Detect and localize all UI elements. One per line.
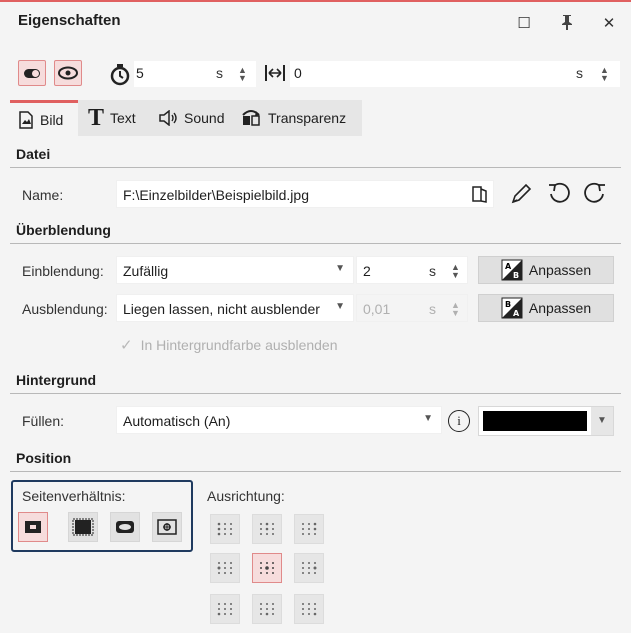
aspect-custom-button[interactable] (152, 512, 182, 542)
pin-icon[interactable] (557, 14, 577, 34)
ausblendung-spinner: ▲ ▼ (451, 300, 460, 318)
color-picker[interactable]: ▼ (478, 406, 614, 436)
seitenverhaeltnis-label: Seitenverhältnis: (22, 488, 126, 504)
align-middle-right-button[interactable] (294, 553, 324, 583)
image-icon (19, 110, 33, 129)
align-top-left-button[interactable] (210, 514, 240, 544)
ausblendung-label: Ausblendung: (22, 301, 108, 317)
ausrichtung-label: Ausrichtung: (207, 488, 285, 504)
ausblendung-duration-value: 0,01 (363, 301, 391, 317)
einblendung-select[interactable]: Zufällig ▼ (116, 256, 354, 284)
align-top-right-button[interactable] (294, 514, 324, 544)
tab-label: Text (110, 110, 136, 126)
offset-spinner[interactable]: ▲ ▼ (600, 66, 609, 83)
einblendung-duration-value: 2 (363, 263, 371, 279)
text-icon: T (88, 105, 105, 131)
name-label: Name: (22, 187, 64, 203)
offset-field[interactable]: 0 s ▲ ▼ (290, 61, 620, 87)
checkmark-icon: ✓ (120, 337, 133, 354)
align-center-button[interactable] (252, 553, 282, 583)
tab-label: Bild (40, 111, 64, 128)
aspect-fill-button[interactable] (68, 512, 98, 542)
svg-text:A: A (513, 309, 520, 318)
align-bottom-right-button[interactable] (294, 594, 324, 624)
transition-in-icon: AB (501, 259, 523, 281)
name-field[interactable]: F:\Einzelbilder\Beispielbild.jpg (116, 180, 494, 208)
color-swatch (483, 411, 587, 431)
ausblendung-duration-field: 0,01 s ▲ ▼ (356, 294, 468, 322)
anpassen-label: Anpassen (528, 300, 592, 316)
tab-label: Sound (184, 110, 225, 126)
name-value: F:\Einzelbilder\Beispielbild.jpg (123, 187, 309, 203)
info-icon[interactable]: i (448, 410, 470, 432)
duration-spinner[interactable]: ▲ ▼ (238, 66, 247, 83)
aspect-fit-button[interactable] (18, 512, 48, 542)
tab-sound[interactable]: Sound (152, 100, 232, 136)
section-hintergrund: Hintergrund (10, 368, 621, 394)
duration-unit: s (216, 65, 223, 81)
chevron-down-icon: ▼ (335, 263, 345, 274)
fuellen-select[interactable]: Automatisch (An) ▼ (116, 406, 442, 434)
tab-label: Transparenz (268, 110, 347, 126)
duration-value: 5 (136, 65, 144, 81)
panel-title: Eigenschaften (18, 12, 121, 29)
section-position: Position (10, 446, 621, 472)
section-ueberblendung: Überblendung (10, 218, 621, 244)
ausblendung-unit: s (429, 301, 436, 317)
tab-text[interactable]: T Text (82, 100, 148, 136)
checkbox-label: In Hintergrundfarbe ausblenden (140, 337, 338, 353)
maximize-icon[interactable]: ☐ (514, 14, 534, 34)
anpassen-label: Anpassen (528, 262, 592, 278)
transition-out-icon: BA (501, 297, 523, 319)
chevron-down-icon: ▼ (335, 301, 345, 312)
offset-icon (264, 63, 286, 86)
svg-text:B: B (513, 271, 519, 280)
close-icon[interactable]: ✕ (599, 14, 619, 34)
transparency-icon (242, 110, 260, 126)
speaker-icon (159, 110, 177, 126)
einblendung-unit: s (429, 263, 436, 279)
chevron-down-icon: ▼ (423, 413, 433, 424)
duration-field[interactable]: 5 s ▲ ▼ (134, 61, 256, 87)
svg-text:B: B (505, 300, 511, 309)
align-middle-left-button[interactable] (210, 553, 240, 583)
ausblendung-anpassen-button[interactable]: BA Anpassen (478, 294, 614, 322)
einblendung-duration-field[interactable]: 2 s ▲ ▼ (356, 256, 468, 284)
eye-toggle-button[interactable] (54, 60, 82, 86)
offset-unit: s (576, 65, 583, 81)
tab-bild[interactable]: Bild (10, 100, 78, 136)
fuellen-value: Automatisch (An) (123, 413, 231, 429)
stopwatch-icon (109, 62, 131, 89)
tab-transparenz[interactable]: Transparenz (236, 100, 360, 136)
chevron-down-icon[interactable]: ▼ (591, 407, 613, 435)
edit-icon[interactable] (506, 179, 536, 209)
align-bottom-left-button[interactable] (210, 594, 240, 624)
open-file-icon[interactable] (471, 185, 489, 206)
visibility-toggle-button[interactable] (18, 60, 46, 86)
hintergrundfarbe-checkbox: ✓ In Hintergrundfarbe ausblenden (120, 336, 338, 354)
einblendung-value: Zufällig (123, 263, 169, 279)
ausblendung-value: Liegen lassen, nicht ausblender (123, 301, 320, 317)
svg-text:A: A (505, 262, 512, 271)
einblendung-label: Einblendung: (22, 263, 104, 279)
einblendung-spinner[interactable]: ▲ ▼ (451, 263, 460, 280)
rotate-right-icon[interactable] (580, 179, 610, 209)
einblendung-anpassen-button[interactable]: AB Anpassen (478, 256, 614, 284)
section-datei: Datei (10, 142, 621, 168)
rotate-left-icon[interactable] (544, 179, 574, 209)
offset-value: 0 (294, 65, 302, 81)
aspect-crop-button[interactable] (110, 512, 140, 542)
ausblendung-select[interactable]: Liegen lassen, nicht ausblender ▼ (116, 294, 354, 322)
fuellen-label: Füllen: (22, 413, 65, 429)
align-bottom-center-button[interactable] (252, 594, 282, 624)
align-top-center-button[interactable] (252, 514, 282, 544)
